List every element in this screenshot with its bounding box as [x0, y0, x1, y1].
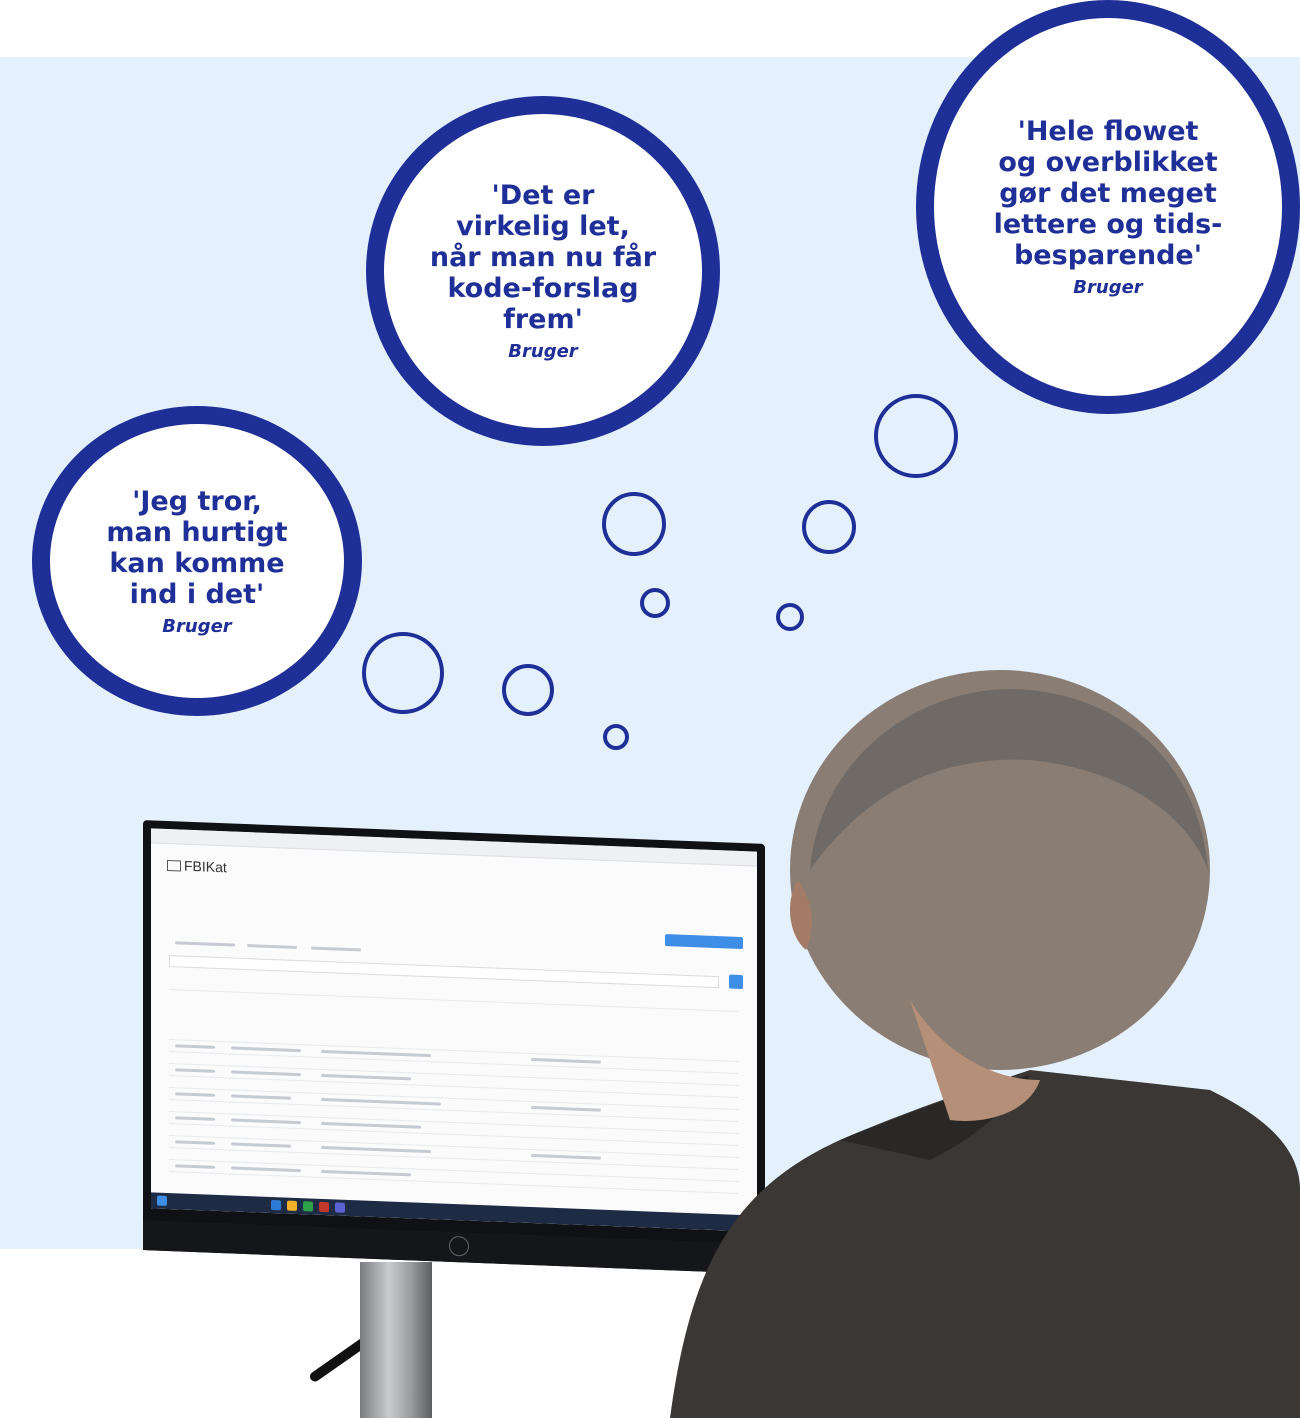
thought-dot [362, 632, 444, 714]
person-illustration [670, 670, 1300, 1418]
cell-placeholder [175, 1092, 215, 1097]
cell-placeholder [321, 1049, 431, 1058]
quote-line: ind i det' [129, 578, 265, 610]
tab-placeholder [311, 946, 361, 952]
quote-bubble-middle: 'Det er virkelig let, når man nu får kod… [366, 96, 720, 446]
cell-placeholder [175, 1116, 215, 1121]
quote-line: besparende' [1013, 240, 1202, 271]
cell-placeholder [321, 1073, 411, 1081]
cell-placeholder [531, 1057, 601, 1064]
app-logo: FBIKat [167, 857, 227, 875]
quote-line: 'Hele flowet [1017, 116, 1199, 147]
quote-byline: Bruger [508, 341, 578, 362]
cell-placeholder [321, 1121, 421, 1129]
quote-line: virkelig let, [456, 211, 630, 242]
thought-dot [602, 492, 666, 556]
cell-placeholder [231, 1046, 301, 1053]
cell-placeholder [231, 1142, 291, 1148]
cell-placeholder [321, 1169, 411, 1177]
folder-icon[interactable] [287, 1200, 297, 1211]
app-icon[interactable] [319, 1201, 329, 1213]
monitor-stand [360, 1262, 432, 1418]
cell-placeholder [231, 1094, 291, 1100]
quote-byline: Bruger [1073, 277, 1143, 298]
quote-line: 'Det er [491, 180, 595, 211]
cell-placeholder [231, 1118, 301, 1125]
app-name: FBIKat [184, 857, 227, 876]
quote-line: 'Jeg tror, [132, 485, 262, 517]
cell-placeholder [231, 1070, 301, 1077]
quote-bubble-right: 'Hele flowet og overblikket gør det mege… [916, 0, 1300, 414]
cell-placeholder [175, 1044, 215, 1049]
thought-dot [874, 394, 958, 478]
cell-placeholder [175, 1068, 215, 1073]
cell-placeholder [321, 1145, 431, 1154]
cell-placeholder [231, 1166, 301, 1173]
quote-line: man hurtigt [106, 516, 288, 548]
app-icon[interactable] [271, 1199, 281, 1211]
quote-line: kode-forslag [447, 273, 639, 304]
quote-line: lettere og tids- [993, 209, 1223, 240]
cell-placeholder [321, 1097, 441, 1106]
thought-dot [502, 664, 554, 716]
logo-grid-icon [167, 859, 181, 872]
thought-dot [640, 588, 670, 618]
cell-placeholder [531, 1105, 601, 1112]
thought-dot [776, 603, 804, 631]
quote-line: kan komme [109, 547, 285, 579]
cell-placeholder [175, 1164, 215, 1169]
quote-line: når man nu får [429, 242, 657, 273]
quote-bubble-left: 'Jeg tror, man hurtigt kan komme ind i d… [32, 406, 362, 716]
cell-placeholder [175, 1140, 215, 1145]
quote-line: og overblikket [998, 147, 1218, 178]
cell-placeholder [531, 1153, 601, 1160]
quote-line: frem' [503, 304, 583, 335]
start-icon[interactable] [157, 1195, 167, 1206]
thought-dot [802, 500, 856, 554]
tab-placeholder [175, 941, 235, 947]
app-icon[interactable] [335, 1202, 345, 1213]
tab-placeholder [247, 944, 297, 949]
brand-logo-icon [449, 1235, 469, 1257]
app-icon[interactable] [303, 1201, 313, 1212]
quote-line: gør det meget [999, 178, 1217, 209]
quote-byline: Bruger [162, 615, 232, 637]
